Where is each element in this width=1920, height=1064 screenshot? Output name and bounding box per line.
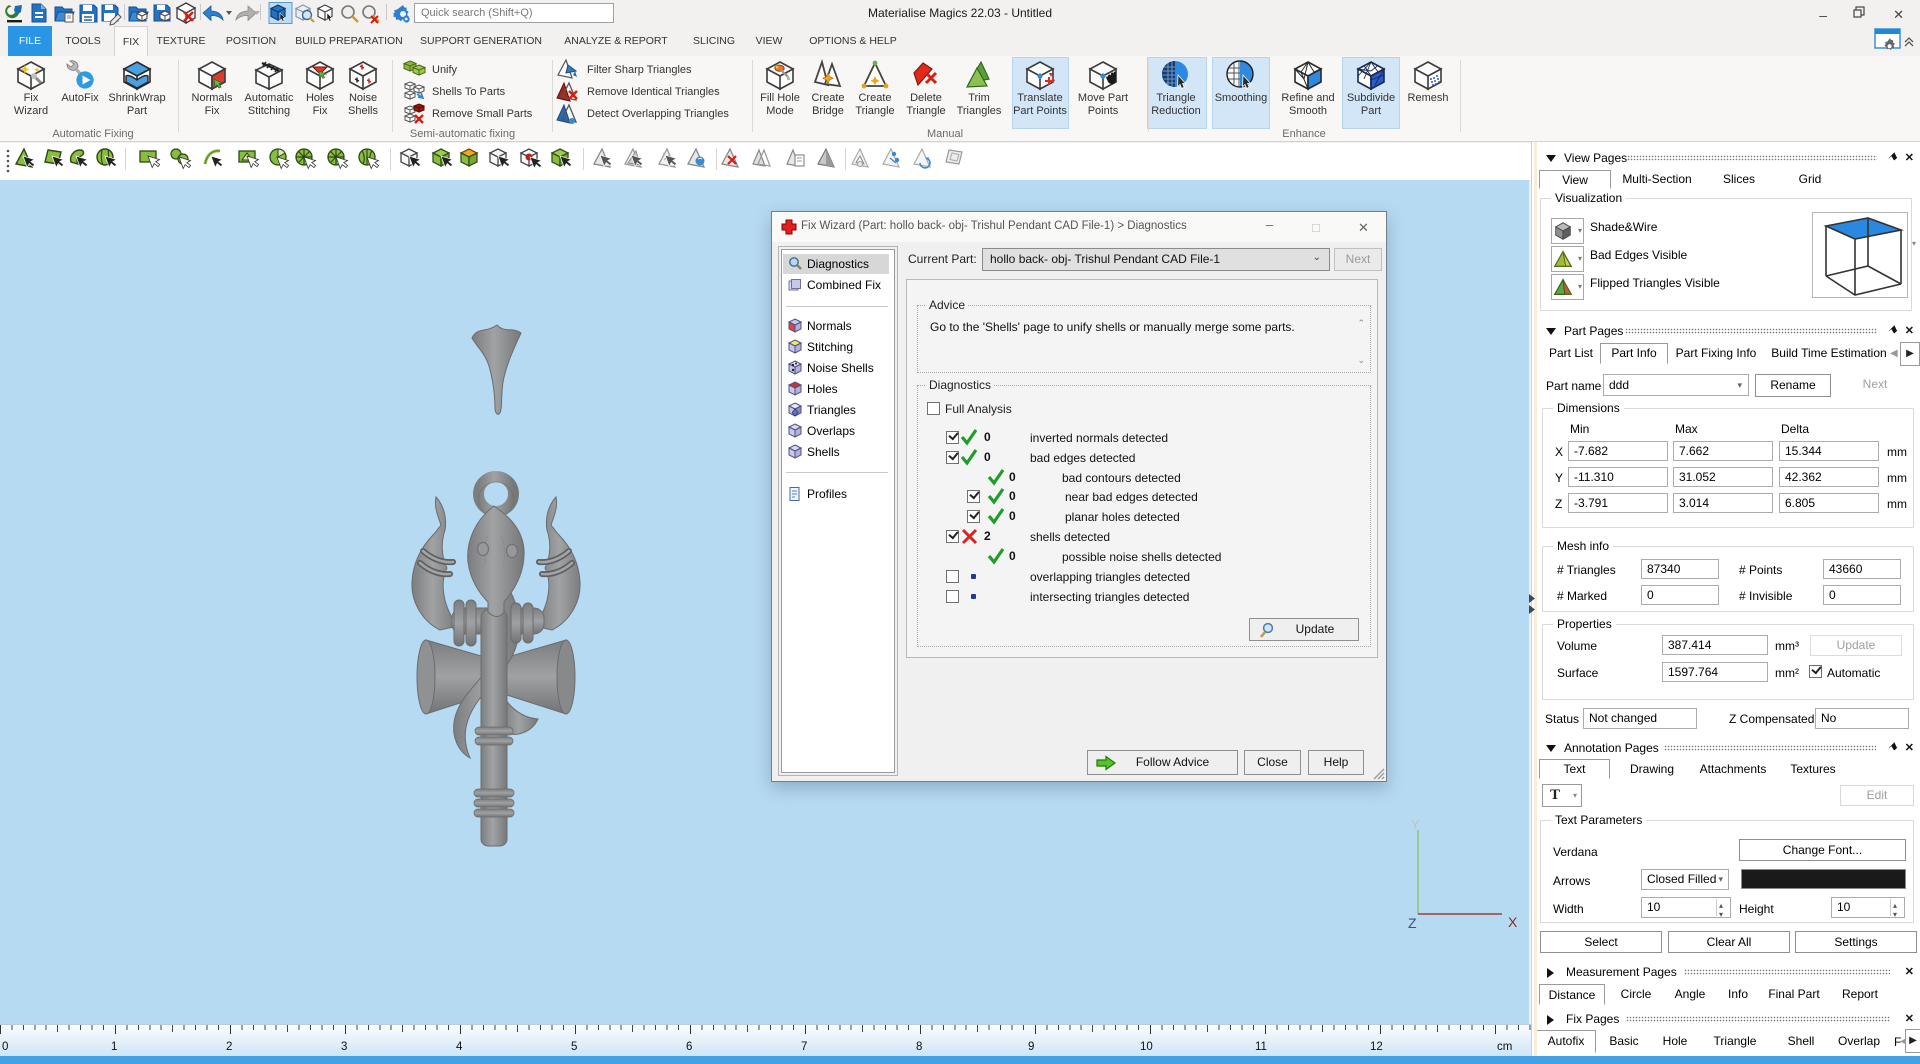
svg-text:Z: Z — [1408, 915, 1417, 930]
svg-text:Y: Y — [1411, 817, 1420, 832]
svg-text:X: X — [1508, 914, 1518, 930]
